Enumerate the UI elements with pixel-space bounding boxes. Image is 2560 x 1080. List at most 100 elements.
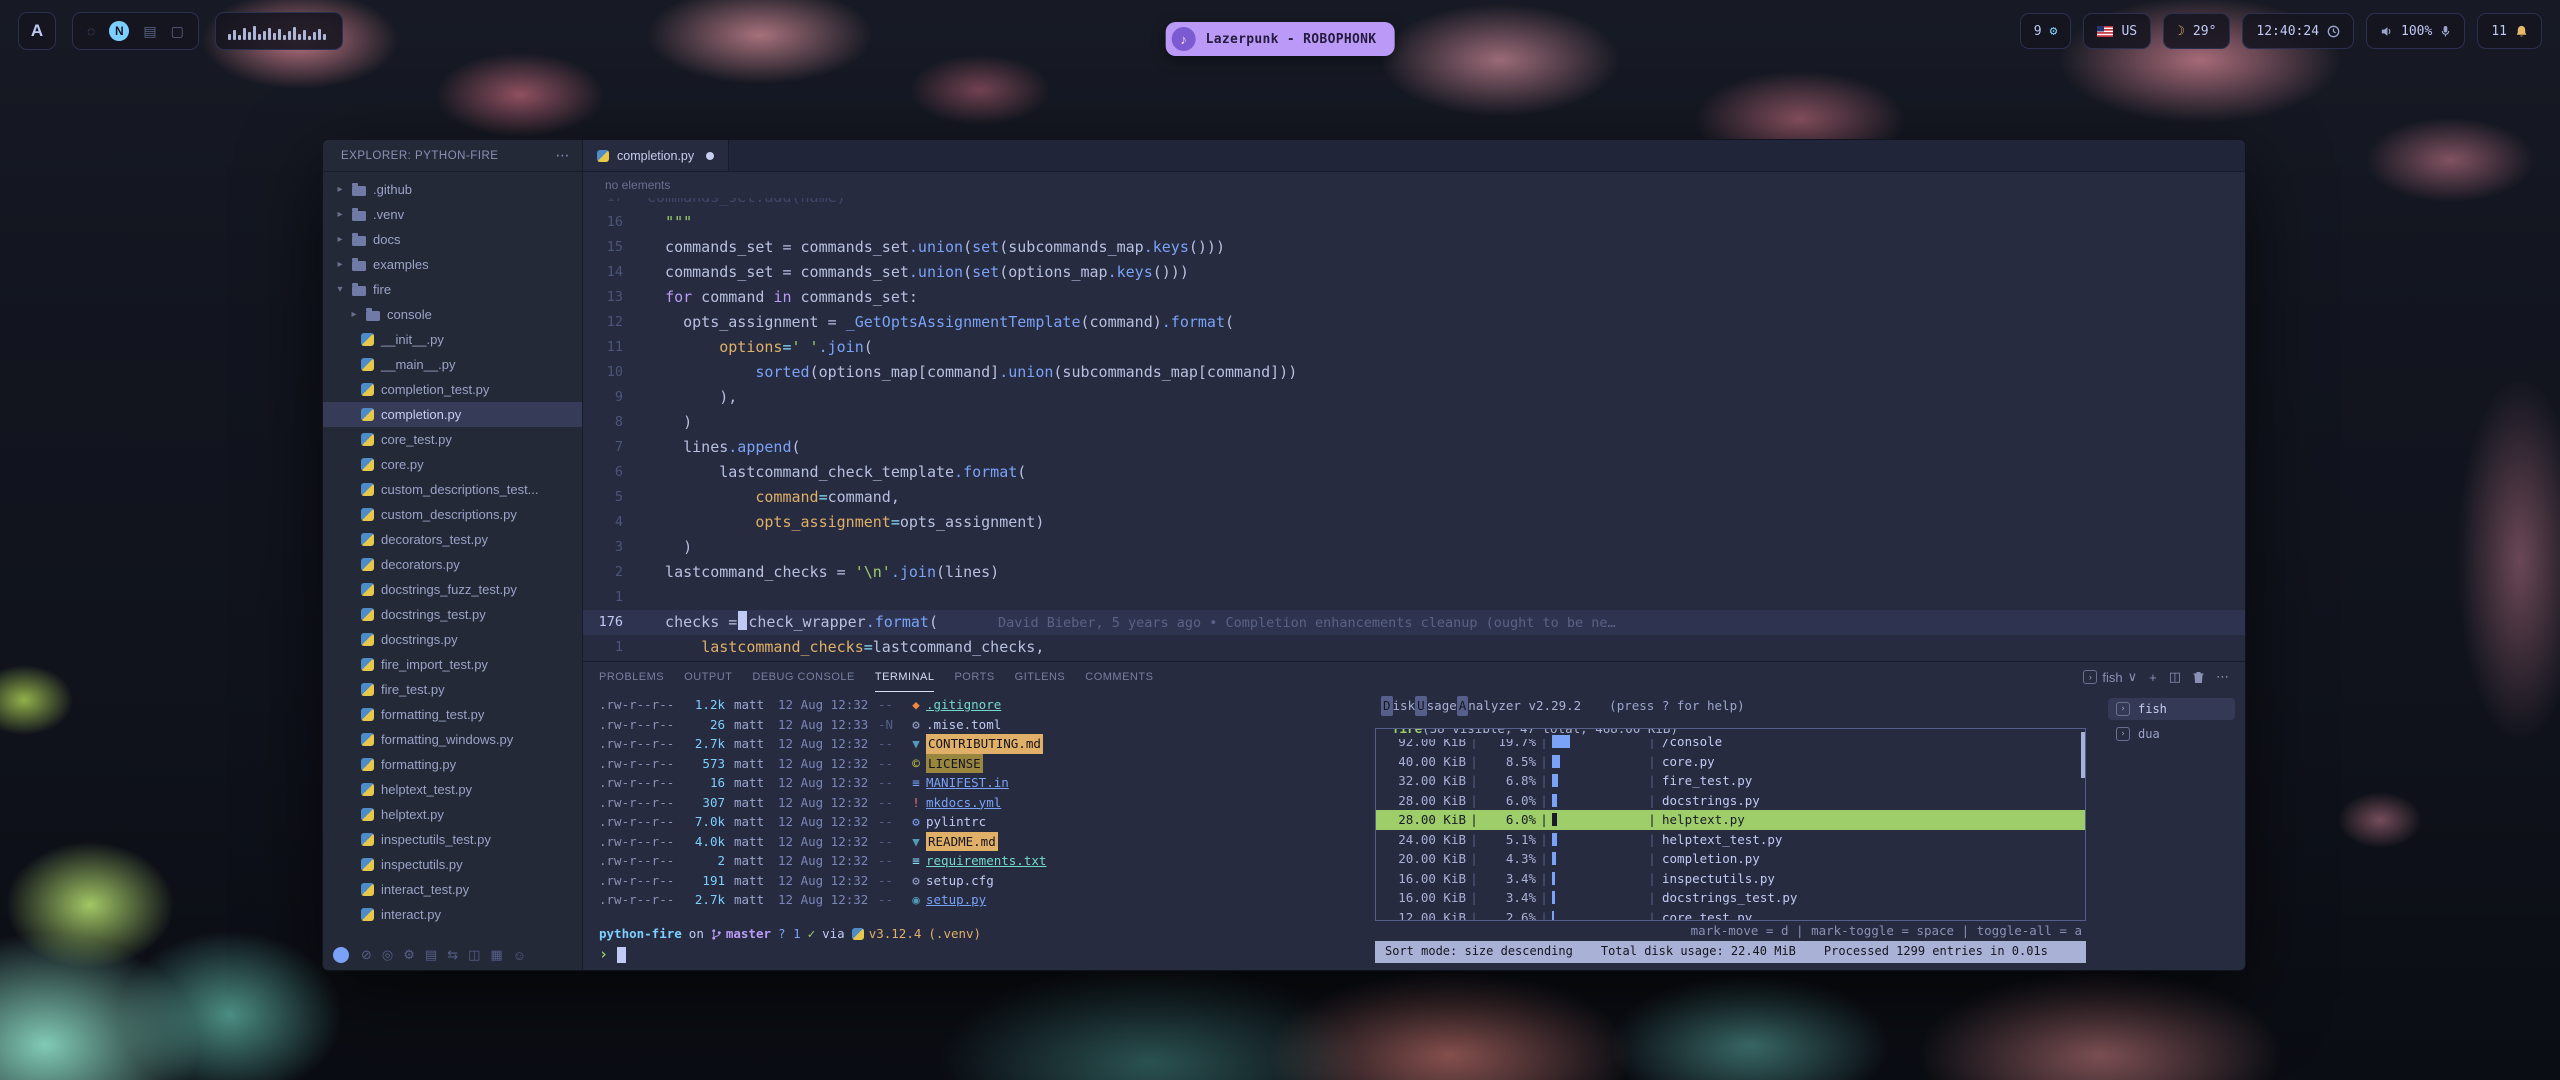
tree-folder-github[interactable]: ▸.github [323,177,582,202]
tree-folder-fire[interactable]: ▾fire [323,277,582,302]
tree-file-main-py[interactable]: __main__.py [323,352,582,377]
tree-file-fire-test-py[interactable]: fire_test.py [323,677,582,702]
terminal-list-item-dua[interactable]: › dua [2108,723,2235,745]
split-terminal-button[interactable]: ◫ [2169,669,2181,685]
tree-folder-docs[interactable]: ▸docs [323,227,582,252]
listed-file-name[interactable]: MANIFEST.in [926,773,1009,793]
remote-indicator-badge[interactable] [333,947,349,963]
listed-file-name[interactable]: setup.cfg [926,871,994,891]
dua-entry-row[interactable]: 12.00 KiB|2.6%||core_test.py [1376,908,2085,922]
code-line[interactable]: 16 """ [583,210,2245,235]
breadcrumb[interactable]: no elements [583,172,2245,198]
notebook-icon[interactable]: ▤ [425,947,437,963]
tree-folder-console[interactable]: ▸console [323,302,582,327]
code-line[interactable]: 9 ), [583,385,2245,410]
new-terminal-button[interactable]: + [2149,670,2157,685]
listed-file-name[interactable]: .gitignore [926,695,1001,715]
keyboard-layout-widget[interactable]: US [2083,13,2151,49]
kill-terminal-button[interactable] [2193,671,2204,684]
audio-visualizer-widget[interactable] [215,12,343,50]
panel-tab-debug-console[interactable]: DEBUG CONSOLE [752,662,854,692]
panel-tab-terminal[interactable]: TERMINAL [875,662,935,692]
feedback-icon[interactable]: ☺ [513,948,526,963]
dua-entry-row[interactable]: 28.00 KiB|6.0%||helptext.py [1376,810,2085,830]
listed-file-name[interactable]: setup.py [926,890,986,910]
code-line[interactable]: 4 opts_assignment=opts_assignment) [583,510,2245,535]
code-line[interactable]: 2 lastcommand_checks = '\n'.join(lines) [583,560,2245,585]
dua-entry-row[interactable]: 40.00 KiB|8.5%||core.py [1376,752,2085,772]
dua-entry-row[interactable]: 20.00 KiB|4.3%||completion.py [1376,849,2085,869]
code-line[interactable]: 12 opts_assignment = _GetOptsAssignmentT… [583,310,2245,335]
tree-file-decorators-test-py[interactable]: decorators_test.py [323,527,582,552]
dua-entry-row[interactable]: 16.00 KiB|3.4%||inspectutils.py [1376,869,2085,889]
tree-file-core-py[interactable]: core.py [323,452,582,477]
workspace-icon-circle[interactable]: ◌ [87,23,95,39]
listed-file-name[interactable]: .mise.toml [926,715,1001,735]
panel-tab-gitlens[interactable]: GITLENS [1015,662,1066,692]
tree-file-custom-descriptions-test[interactable]: custom_descriptions_test... [323,477,582,502]
panel-tab-problems[interactable]: PROBLEMS [599,662,664,692]
clock-widget[interactable]: 12:40:24 [2242,13,2354,49]
split-editor-icon[interactable]: ◫ [468,947,480,963]
tree-file-decorators-py[interactable]: decorators.py [323,552,582,577]
tree-file-interact-test-py[interactable]: interact_test.py [323,877,582,902]
do-not-disturb-icon[interactable]: ⊘ [361,947,372,963]
tree-file-completion-py[interactable]: completion.py [323,402,582,427]
code-line[interactable]: 7 lines.append( [583,435,2245,460]
code-line[interactable]: 6 lastcommand_check_template.format( [583,460,2245,485]
code-line[interactable]: 14 commands_set = commands_set.union(set… [583,260,2245,285]
workspace-icon-n[interactable]: N [109,21,129,41]
dua-entry-row[interactable]: 24.00 KiB|5.1%||helptext_test.py [1376,830,2085,850]
tree-file-docstrings-test-py[interactable]: docstrings_test.py [323,602,582,627]
tree-file-formatting-py[interactable]: formatting.py [323,752,582,777]
shell-input-line[interactable]: › [599,944,1369,966]
media-player-widget[interactable]: ♪ Lazerpunk - ROBOPHONK [1166,22,1395,56]
code-line[interactable]: 13 for command in commands_set: [583,285,2245,310]
terminal-dua-pane[interactable]: Disk Usage Analyzer v2.29.2 (press ? for… [1369,692,2096,970]
listed-file-name[interactable]: requirements.txt [926,851,1046,871]
dua-entry-row[interactable]: 28.00 KiB|6.0%||docstrings.py [1376,791,2085,811]
audio-widget[interactable]: 100% [2366,13,2465,49]
terminal-fish-pane[interactable]: .rw-r--r--1.2kmatt12 Aug 12:32--◆.gitign… [583,692,1369,970]
tree-file-inspectutils-py[interactable]: inspectutils.py [323,852,582,877]
code-editor[interactable]: 17commands_set.add(name)16 """15 command… [583,198,2245,661]
explorer-more-icon[interactable]: ⋯ [556,147,571,164]
tree-file-custom-descriptions-py[interactable]: custom_descriptions.py [323,502,582,527]
dua-entry-row[interactable]: 16.00 KiB|3.4%||docstrings_test.py [1376,888,2085,908]
panel-tab-output[interactable]: OUTPUT [684,662,732,692]
tree-file-interact-py[interactable]: interact.py [323,902,582,927]
code-line[interactable]: 3 ) [583,535,2245,560]
code-line[interactable]: 15 commands_set = commands_set.union(set… [583,235,2245,260]
tree-file-core-test-py[interactable]: core_test.py [323,427,582,452]
workspace-icon-notes[interactable]: ▢ [171,23,184,40]
panel-tab-comments[interactable]: COMMENTS [1085,662,1153,692]
code-line[interactable]: 17commands_set.add(name) [583,198,2245,210]
notifications-widget[interactable]: 11 [2477,13,2542,49]
listed-file-name[interactable]: mkdocs.yml [926,793,1001,813]
listed-file-name[interactable]: README.md [926,832,998,852]
tree-file-helptext-test-py[interactable]: helptext_test.py [323,777,582,802]
terminal-list-item-fish[interactable]: › fish [2108,698,2235,720]
terminal-profile-selector[interactable]: › fish ∨ [2083,669,2137,685]
app-launcher-button[interactable]: A [18,12,56,50]
tab-completion-py[interactable]: completion.py [583,140,729,171]
tree-file-docstrings-py[interactable]: docstrings.py [323,627,582,652]
listed-file-name[interactable]: CONTRIBUTING.md [926,734,1043,754]
tree-folder-venv[interactable]: ▸.venv [323,202,582,227]
code-line[interactable]: 5 command=command, [583,485,2245,510]
tree-file-docstrings-fuzz-test-py[interactable]: docstrings_fuzz_test.py [323,577,582,602]
tree-file-completion-test-py[interactable]: completion_test.py [323,377,582,402]
dua-entry-row[interactable]: 32.00 KiB|6.8%||fire_test.py [1376,771,2085,791]
tree-file-fire-import-test-py[interactable]: fire_import_test.py [323,652,582,677]
listed-file-name[interactable]: pylintrc [926,812,986,832]
tree-file-helptext-py[interactable]: helptext.py [323,802,582,827]
panel-more-icon[interactable]: ⋯ [2216,669,2229,685]
tree-file-formatting-windows-py[interactable]: formatting_windows.py [323,727,582,752]
tree-file-init-py[interactable]: __init__.py [323,327,582,352]
code-line[interactable]: 11 options=' '.join( [583,335,2245,360]
grid-icon[interactable]: ▦ [490,947,502,963]
code-line[interactable]: 1 lastcommand_checks=lastcommand_checks, [583,635,2245,660]
listed-file-name[interactable]: LICENSE [926,754,983,774]
target-icon[interactable]: ◎ [382,947,393,963]
dua-scrollbar[interactable] [2081,732,2085,778]
